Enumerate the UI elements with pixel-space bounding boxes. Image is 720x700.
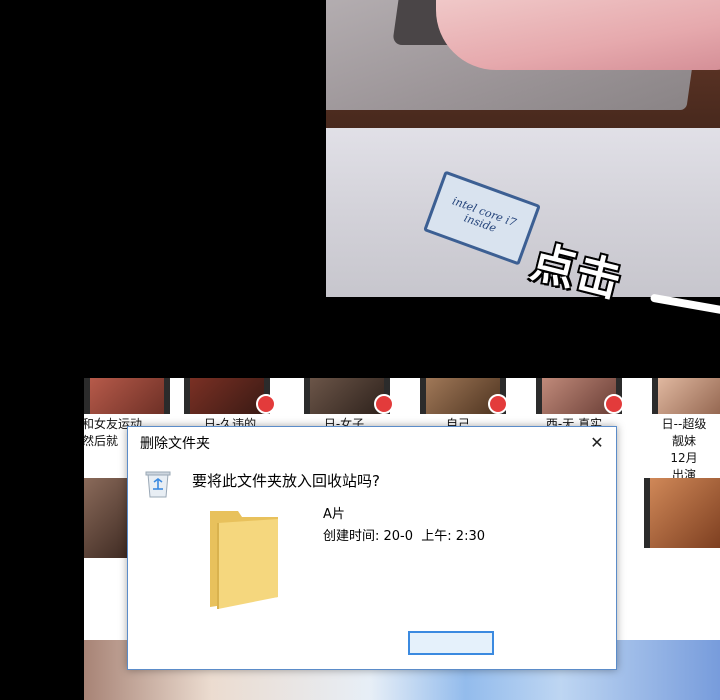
recycle-bin-icon [145,471,171,498]
app-badge-icon [604,394,624,414]
app-badge-icon [488,394,508,414]
comic-panel: intel core i7 inside [326,0,720,297]
file-created-time: 创建时间: 20-0 上午: 2:30 [323,529,485,544]
delete-folder-dialog: 删除文件夹 ✕ 要将此文件夹放入回收站吗? A片 创建时间: 20-0 上午: … [127,426,617,670]
app-badge-icon [374,394,394,414]
app-badge-icon [256,394,276,414]
hand [436,0,720,70]
video-thumbnail[interactable] [644,478,720,548]
intel-sticker-text: intel core i7 inside [450,194,518,235]
folder-icon [210,511,278,609]
file-name: A片 [323,507,345,522]
close-button[interactable]: ✕ [582,431,612,455]
video-thumbnail[interactable] [652,378,720,414]
video-thumbnail[interactable] [84,378,170,414]
confirm-question: 要将此文件夹放入回收站吗? [192,472,380,490]
file-label[interactable]: 日--超级 靓妹 12月 出演 [646,416,720,484]
dialog-titlebar[interactable]: 删除文件夹 ✕ [128,427,616,459]
yes-button[interactable] [408,631,494,655]
dialog-title: 删除文件夹 [140,436,210,452]
